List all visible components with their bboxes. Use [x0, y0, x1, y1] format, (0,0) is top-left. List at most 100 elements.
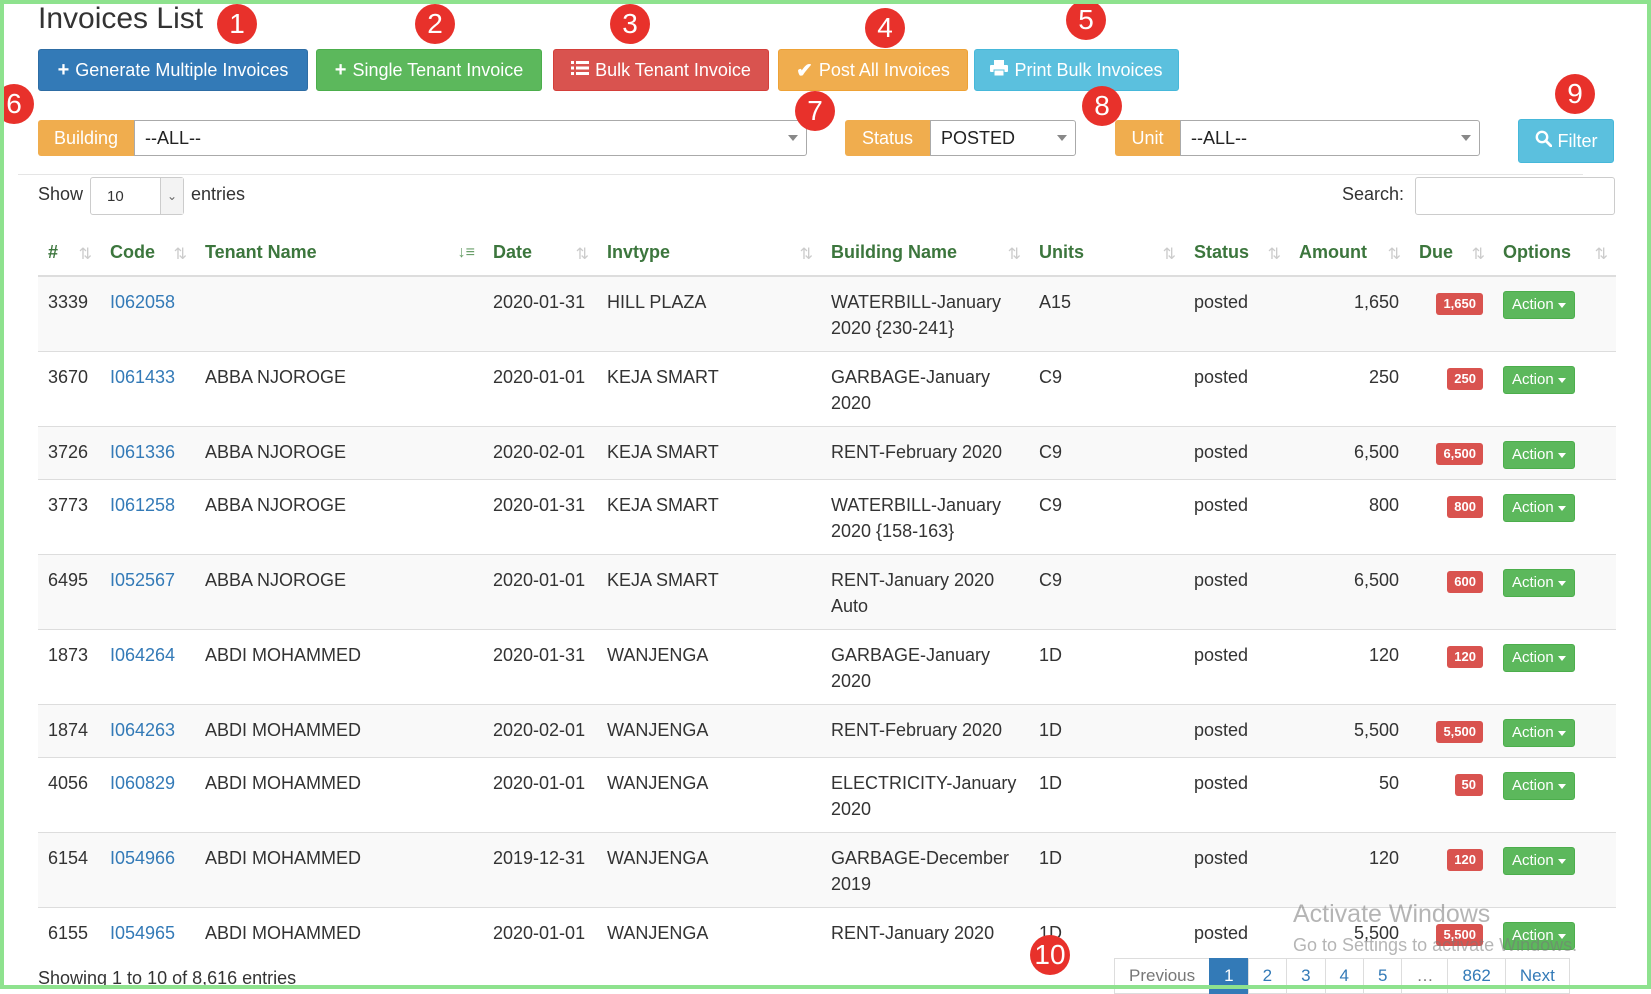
- column-header-options[interactable]: Options ⇅: [1493, 230, 1616, 277]
- cell-due: 600: [1409, 554, 1493, 630]
- unit-select-value: --ALL--: [1191, 127, 1248, 148]
- invoice-code-link[interactable]: I064263: [110, 720, 175, 740]
- column-header-tenant-name[interactable]: Tenant Name ↓≡: [195, 230, 483, 277]
- cell-amount: 120: [1289, 629, 1409, 705]
- table-row: 3773 I061258 ABBA NJOROGE 2020-01-31 KEJA SM…: [38, 479, 1616, 555]
- cell-tenant-name: ABDI MOHAMMED: [195, 832, 483, 908]
- cell-code: I054966: [100, 832, 195, 908]
- annotation-marker-8: 8: [1082, 86, 1122, 126]
- action-dropdown-button[interactable]: Action: [1503, 366, 1575, 394]
- column-header-due[interactable]: Due ⇅: [1409, 230, 1493, 277]
- cell-status: posted: [1184, 832, 1289, 908]
- cell-code: I052567: [100, 554, 195, 630]
- table-row: 6495 I052567 ABBA NJOROGE 2020-01-01 KEJA SM…: [38, 554, 1616, 630]
- cell-options: Action: [1493, 351, 1616, 427]
- cell-id: 3773: [38, 479, 100, 555]
- cell-status: posted: [1184, 351, 1289, 427]
- column-header-units[interactable]: Units ⇅: [1029, 230, 1184, 277]
- cell-date: 2020-01-01: [483, 907, 597, 960]
- sort-icon: ⇅: [1007, 246, 1021, 263]
- cell-date: 2020-02-01: [483, 426, 597, 480]
- table-row: 4056 I060829 ABDI MOHAMMED 2020-01-01 WANJEN…: [38, 757, 1616, 833]
- column-header-invtype[interactable]: Invtype ⇅: [597, 230, 821, 277]
- cell-invtype: KEJA SMART: [597, 479, 821, 555]
- invoice-code-link[interactable]: I061258: [110, 495, 175, 515]
- cell-units: C9: [1029, 554, 1184, 630]
- cell-date: 2020-02-01: [483, 704, 597, 758]
- action-dropdown-button[interactable]: Action: [1503, 772, 1575, 800]
- search-input[interactable]: [1415, 177, 1615, 215]
- entries-length-value: 10: [107, 187, 124, 205]
- cell-date: 2020-01-31: [483, 479, 597, 555]
- action-label: Action: [1512, 446, 1554, 463]
- caret-down-icon: [1557, 730, 1566, 736]
- invoice-code-link[interactable]: I061336: [110, 442, 175, 462]
- action-dropdown-button[interactable]: Action: [1503, 569, 1575, 597]
- annotation-marker-2: 2: [415, 4, 455, 44]
- column-header-id[interactable]: # ⇅: [38, 230, 100, 277]
- unit-filter-label: Unit: [1115, 120, 1180, 156]
- post-all-invoices-button[interactable]: ✔ Post All Invoices: [778, 49, 968, 91]
- action-dropdown-button[interactable]: Action: [1503, 644, 1575, 672]
- cell-amount: 120: [1289, 832, 1409, 908]
- cell-building-name: WATERBILL-January 2020 {230-241}: [821, 275, 1029, 352]
- action-dropdown-button[interactable]: Action: [1503, 719, 1575, 747]
- caret-down-icon: [1557, 452, 1566, 458]
- caret-down-icon: [1557, 302, 1566, 308]
- invoice-code-link[interactable]: I060829: [110, 773, 175, 793]
- action-dropdown-button[interactable]: Action: [1503, 291, 1575, 319]
- column-header-code[interactable]: Code ⇅: [100, 230, 195, 277]
- action-dropdown-button[interactable]: Action: [1503, 441, 1575, 469]
- due-badge: 120: [1447, 646, 1483, 668]
- entries-length-select[interactable]: 10 ⌄: [90, 177, 184, 215]
- cell-tenant-name: [195, 275, 483, 352]
- due-badge: 5,500: [1436, 721, 1483, 743]
- cell-due: 6,500: [1409, 426, 1493, 480]
- invoice-code-link[interactable]: I052567: [110, 570, 175, 590]
- cell-due: 120: [1409, 832, 1493, 908]
- invoice-code-link[interactable]: I054966: [110, 848, 175, 868]
- cell-code: I061433: [100, 351, 195, 427]
- unit-select[interactable]: --ALL--: [1180, 120, 1480, 156]
- annotation-marker-4: 4: [865, 8, 905, 48]
- invoice-code-link[interactable]: I061433: [110, 367, 175, 387]
- cell-date: 2019-12-31: [483, 832, 597, 908]
- divider: [18, 174, 1583, 175]
- cell-building-name: GARBAGE-January 2020: [821, 351, 1029, 427]
- cell-date: 2020-01-01: [483, 757, 597, 833]
- cell-tenant-name: ABDI MOHAMMED: [195, 907, 483, 960]
- cell-due: 1,650: [1409, 275, 1493, 352]
- cell-code: I060829: [100, 757, 195, 833]
- chevron-down-icon: ⌄: [160, 178, 183, 214]
- column-header-status[interactable]: Status ⇅: [1184, 230, 1289, 277]
- cell-date: 2020-01-01: [483, 554, 597, 630]
- cell-id: 1873: [38, 629, 100, 705]
- column-header-date[interactable]: Date ⇅: [483, 230, 597, 277]
- table-row: 3670 I061433 ABBA NJOROGE 2020-01-01 KEJA SM…: [38, 351, 1616, 427]
- action-dropdown-button[interactable]: Action: [1503, 494, 1575, 522]
- status-select[interactable]: POSTED: [930, 120, 1076, 156]
- sort-icon: ⇅: [1387, 246, 1401, 263]
- invoice-code-link[interactable]: I062058: [110, 292, 175, 312]
- generate-multiple-invoices-button[interactable]: + Generate Multiple Invoices: [38, 49, 308, 91]
- building-select[interactable]: --ALL--: [134, 120, 807, 156]
- cell-options: Action: [1493, 479, 1616, 555]
- bulk-tenant-invoice-button[interactable]: Bulk Tenant Invoice: [553, 49, 769, 91]
- print-bulk-invoices-button[interactable]: Print Bulk Invoices: [974, 49, 1179, 91]
- column-header-amount[interactable]: Amount ⇅: [1289, 230, 1409, 277]
- entries-label: entries: [191, 184, 246, 204]
- checkmark-icon: ✔: [796, 59, 813, 82]
- action-dropdown-button[interactable]: Action: [1503, 847, 1575, 875]
- cell-id: 1874: [38, 704, 100, 758]
- invoice-code-link[interactable]: I064264: [110, 645, 175, 665]
- caret-down-icon: [1557, 580, 1566, 586]
- cell-code: I064264: [100, 629, 195, 705]
- filter-button[interactable]: Filter: [1518, 119, 1614, 163]
- cell-tenant-name: ABBA NJOROGE: [195, 479, 483, 555]
- sort-icon: ⇅: [173, 246, 187, 263]
- caret-down-icon: [1557, 783, 1566, 789]
- cell-invtype: KEJA SMART: [597, 426, 821, 480]
- invoice-code-link[interactable]: I054965: [110, 923, 175, 943]
- column-header-building-name[interactable]: Building Name ⇅: [821, 230, 1029, 277]
- single-tenant-invoice-button[interactable]: + Single Tenant Invoice: [316, 49, 542, 91]
